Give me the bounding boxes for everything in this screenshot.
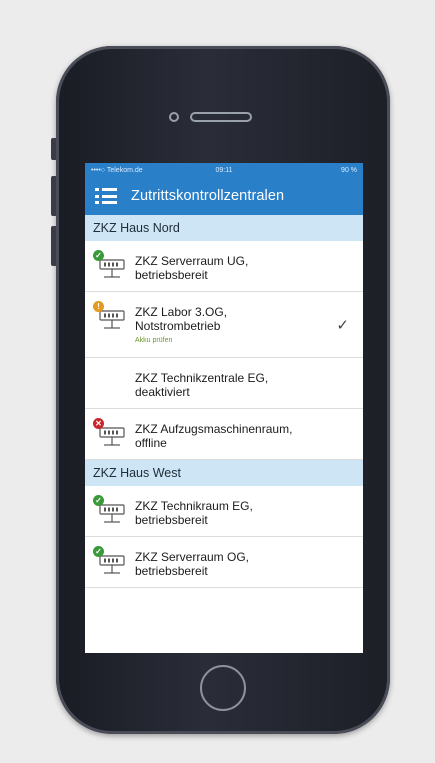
zkz-state: betriebsbereit xyxy=(135,513,208,527)
zkz-state: deaktiviert xyxy=(135,385,190,399)
check-badge-icon: ✓ xyxy=(93,250,104,261)
zkz-list-item[interactable]: ✕ ZKZ Aufzugsmaschinenraum, offline xyxy=(85,409,363,460)
zkz-name: ZKZ Serverraum OG, xyxy=(135,550,250,564)
zkz-item-text: ZKZ Serverraum OG, betriebsbereit xyxy=(135,546,353,578)
phone-frame: ••••○ Telekom.de 09:11 90 % Zutrittskont… xyxy=(51,46,390,734)
section-header: ZKZ Haus Nord xyxy=(85,215,363,241)
zkz-list-item[interactable]: ZKZ Technikzentrale EG, deaktiviert xyxy=(85,358,363,409)
zkz-state: betriebsbereit xyxy=(135,268,208,282)
controller-device-icon xyxy=(99,427,125,446)
zkz-name: ZKZ Labor 3.OG, xyxy=(135,305,228,319)
zkz-list-item[interactable]: ✓ ZKZ Technikraum EG, betriebsbereit xyxy=(85,486,363,537)
controller-device-icon xyxy=(99,555,125,574)
carrier-label: ••••○ Telekom.de xyxy=(91,166,143,174)
zkz-item-text: ZKZ Aufzugsmaschinenraum, offline xyxy=(135,418,353,450)
zkz-item-text: ZKZ Serverraum UG, betriebsbereit xyxy=(135,250,353,282)
checkmark-icon: ✓ xyxy=(336,317,349,334)
zkz-hint: Akku prüfen xyxy=(135,337,173,344)
zkz-list-item[interactable]: ! ZKZ Labor 3.OG, Notstrombetrieb Akku prüf… xyxy=(85,292,363,358)
zkz-name: ZKZ Technikzentrale EG, xyxy=(135,371,269,385)
home-button[interactable] xyxy=(200,665,246,711)
zkz-status-icon: ✕ xyxy=(93,418,135,448)
page-title: Zutrittskontrollzentralen xyxy=(131,188,285,204)
menu-list-icon[interactable] xyxy=(95,187,117,205)
status-bar: ••••○ Telekom.de 09:11 90 % xyxy=(85,163,363,177)
controller-device-icon xyxy=(99,259,125,278)
app-screen: ••••○ Telekom.de 09:11 90 % Zutrittskont… xyxy=(85,163,363,653)
battery-label: 90 % xyxy=(341,166,358,174)
volume-up-button xyxy=(51,176,56,216)
volume-down-button xyxy=(51,226,56,266)
zkz-status-icon: ✓ xyxy=(93,495,135,525)
zkz-list-item[interactable]: ✓ ZKZ Serverraum UG, betriebsbereit xyxy=(85,241,363,292)
controller-device-icon xyxy=(99,504,125,523)
zkz-status-icon: ! xyxy=(93,301,135,331)
zkz-item-text: ZKZ Technikraum EG, betriebsbereit xyxy=(135,495,353,527)
front-camera xyxy=(169,112,179,122)
status-time: 09:11 xyxy=(215,166,233,174)
error-badge-icon: ✕ xyxy=(93,418,104,429)
controller-device-icon xyxy=(99,310,125,329)
zkz-state: offline xyxy=(135,436,167,450)
zkz-state: Notstrombetrieb xyxy=(135,319,221,333)
nav-bar: Zutrittskontrollzentralen xyxy=(85,177,363,215)
zkz-list-item[interactable]: ✓ ZKZ Serverraum OG, betriebsbereit xyxy=(85,537,363,588)
zkz-item-text: ZKZ Labor 3.OG, Notstrombetrieb Akku prüfe… xyxy=(135,301,353,344)
zkz-status-icon: ✓ xyxy=(93,250,135,280)
section-header: ZKZ Haus West xyxy=(85,460,363,486)
check-badge-icon: ✓ xyxy=(93,546,104,557)
zkz-item-text: ZKZ Technikzentrale EG, deaktiviert xyxy=(135,367,353,399)
zkz-list: ZKZ Haus Nord ✓ ZKZ Serverraum UG, betriebs… xyxy=(85,215,363,588)
check-badge-icon: ✓ xyxy=(93,495,104,506)
zkz-name: ZKZ Technikraum EG, xyxy=(135,499,253,513)
zkz-name: ZKZ Aufzugsmaschinenraum, xyxy=(135,422,293,436)
mute-switch xyxy=(51,138,56,160)
zkz-name: ZKZ Serverraum UG, xyxy=(135,254,249,268)
zkz-status-icon xyxy=(93,367,135,397)
earpiece-speaker xyxy=(190,112,252,122)
zkz-status-icon: ✓ xyxy=(93,546,135,576)
zkz-state: betriebsbereit xyxy=(135,564,208,578)
warning-badge-icon: ! xyxy=(93,301,104,312)
